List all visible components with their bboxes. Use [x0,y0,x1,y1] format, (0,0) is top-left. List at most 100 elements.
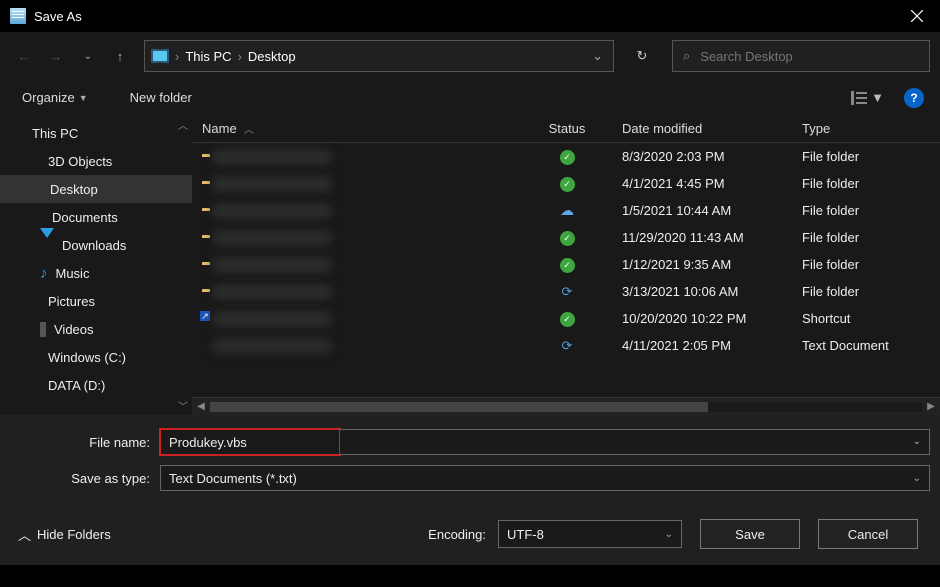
table-row[interactable]: ✓8/3/2020 2:03 PMFile folder [192,143,940,170]
save-type-label: Save as type: [10,471,160,486]
save-type-select[interactable]: Text Documents (*.txt) ⌄ [160,465,930,491]
scroll-right[interactable]: ▶ [922,401,940,412]
explorer-body: ︿ This PC 3D Objects Desktop DocumentsDownl… [0,115,940,415]
address-bar[interactable]: › This PC › Desktop ⌄ [144,40,614,72]
music-icon: ♪ [40,265,48,282]
cancel-button[interactable]: Cancel [818,519,918,549]
save-button[interactable]: Save [700,519,800,549]
file-name-redacted [212,338,332,354]
file-pane: Name ︿ Status Date modified Type ✓8/3/20… [192,115,940,415]
date-cell: 3/13/2021 10:06 AM [612,284,792,299]
desk-icon [40,182,42,196]
chevron-down-icon: ▼ [79,93,88,103]
sidebar-item[interactable]: Windows (C:) [0,343,192,371]
hide-folders-label: Hide Folders [37,527,111,542]
encoding-label: Encoding: [428,527,486,542]
toolbar: Organize ▼ New folder ▼ ? [0,80,940,115]
table-row[interactable]: ✓1/12/2021 9:35 AMFile folder [192,251,940,278]
col-date[interactable]: Date modified [612,121,792,136]
file-name-input[interactable]: Produkey.vbs [160,429,340,455]
new-folder-button[interactable]: New folder [124,86,198,109]
organize-button[interactable]: Organize ▼ [16,86,94,109]
col-name[interactable]: Name ︿ [192,121,512,136]
up-button[interactable]: ↑ [106,42,134,70]
file-name-redacted [212,284,332,300]
recent-dropdown[interactable]: ⌄ [74,42,102,70]
table-row[interactable]: ✓11/29/2020 11:43 AMFile folder [192,224,940,251]
status-cell: ✓ [512,256,612,273]
type-cell: File folder [792,149,940,164]
file-name-redacted [212,149,332,165]
notepad-icon [10,8,26,24]
back-button[interactable]: ← [10,42,38,70]
close-button[interactable] [894,0,940,32]
search-input[interactable] [700,49,919,64]
sidebar-item[interactable]: Pictures [0,287,192,315]
hide-folders-button[interactable]: ︿ Hide Folders [18,525,111,544]
address-dropdown[interactable]: ⌄ [588,48,607,64]
table-row[interactable]: ☁1/5/2021 10:44 AMFile folder [192,197,940,224]
this-pc-icon [151,49,169,63]
horizontal-scrollbar[interactable]: ◀ ▶ [192,397,940,415]
col-status[interactable]: Status [512,121,612,136]
refresh-button[interactable]: ↻ [624,40,660,72]
type-cell: File folder [792,203,940,218]
sidebar-scroll-up[interactable]: ︿ [178,117,188,132]
file-name-redacted [212,257,332,273]
type-cell: File folder [792,284,940,299]
view-options-button[interactable]: ▼ [851,90,884,105]
status-cell: ✓ [512,175,612,192]
chevron-right-icon[interactable]: › [175,49,179,64]
table-row[interactable]: ⟳4/11/2021 2:05 PMText Document [192,332,940,359]
search-box[interactable]: ⌕ [672,40,930,72]
new-folder-label: New folder [130,90,192,105]
chevron-down-icon[interactable]: ⌄ [665,529,673,540]
sidebar-item[interactable]: This PC [0,119,192,147]
table-row[interactable]: ✓10/20/2020 10:22 PMShortcut [192,305,940,332]
status-cell: ✓ [512,148,612,165]
chevron-right-icon[interactable]: › [238,49,242,64]
scroll-track[interactable] [210,402,922,412]
sidebar-item[interactable]: Documents [0,203,192,231]
help-button[interactable]: ? [904,88,924,108]
sidebar-scroll-down[interactable]: ﹀ [178,398,188,413]
breadcrumb-this-pc[interactable]: This PC [185,49,231,64]
file-name-label: File name: [10,435,160,450]
file-name-dropdown[interactable]: ⌄ [913,436,921,447]
forward-button[interactable]: → [42,42,70,70]
sidebar-item-label: Desktop [50,182,98,197]
save-type-value: Text Documents (*.txt) [169,471,297,486]
pc-icon [20,126,24,140]
chevron-up-icon: ︿ [18,525,31,544]
chevron-down-icon[interactable]: ⌄ [913,473,921,484]
sidebar-item-label: Music [56,266,90,281]
status-cell: ☁ [512,202,612,219]
table-row[interactable]: ✓4/1/2021 4:45 PMFile folder [192,170,940,197]
sidebar-item[interactable]: 3D Objects [0,147,192,175]
sidebar-item[interactable]: DATA (D:) [0,371,192,399]
file-name-redacted [212,230,332,246]
sidebar-item-label: This PC [32,126,78,141]
save-form: File name: Produkey.vbs ⌄ Save as type: … [0,415,940,503]
sidebar-item[interactable]: Downloads [0,231,192,259]
date-cell: 11/29/2020 11:43 AM [612,230,792,245]
sidebar-item-label: 3D Objects [48,154,112,169]
table-row[interactable]: ⟳3/13/2021 10:06 AMFile folder [192,278,940,305]
status-cell: ⟳ [512,338,612,354]
encoding-select[interactable]: UTF-8 ⌄ [498,520,682,548]
column-headers: Name ︿ Status Date modified Type [192,115,940,143]
breadcrumb-desktop[interactable]: Desktop [248,49,296,64]
sidebar-item[interactable]: Videos [0,315,192,343]
nav-row: ← → ⌄ ↑ › This PC › Desktop ⌄ ↻ ⌕ [0,32,940,80]
sidebar-item[interactable]: Desktop [0,175,192,203]
date-cell: 10/20/2020 10:22 PM [612,311,792,326]
col-type[interactable]: Type [792,121,940,136]
scroll-thumb[interactable] [210,402,708,412]
sort-indicator-icon: ︿ [244,125,254,136]
sidebar: ︿ This PC 3D Objects Desktop DocumentsDownl… [0,115,192,415]
search-icon: ⌕ [683,48,690,64]
sidebar-item[interactable]: ♪ Music [0,259,192,287]
scroll-left[interactable]: ◀ [192,401,210,412]
type-cell: Shortcut [792,311,940,326]
dl-icon [40,238,54,253]
